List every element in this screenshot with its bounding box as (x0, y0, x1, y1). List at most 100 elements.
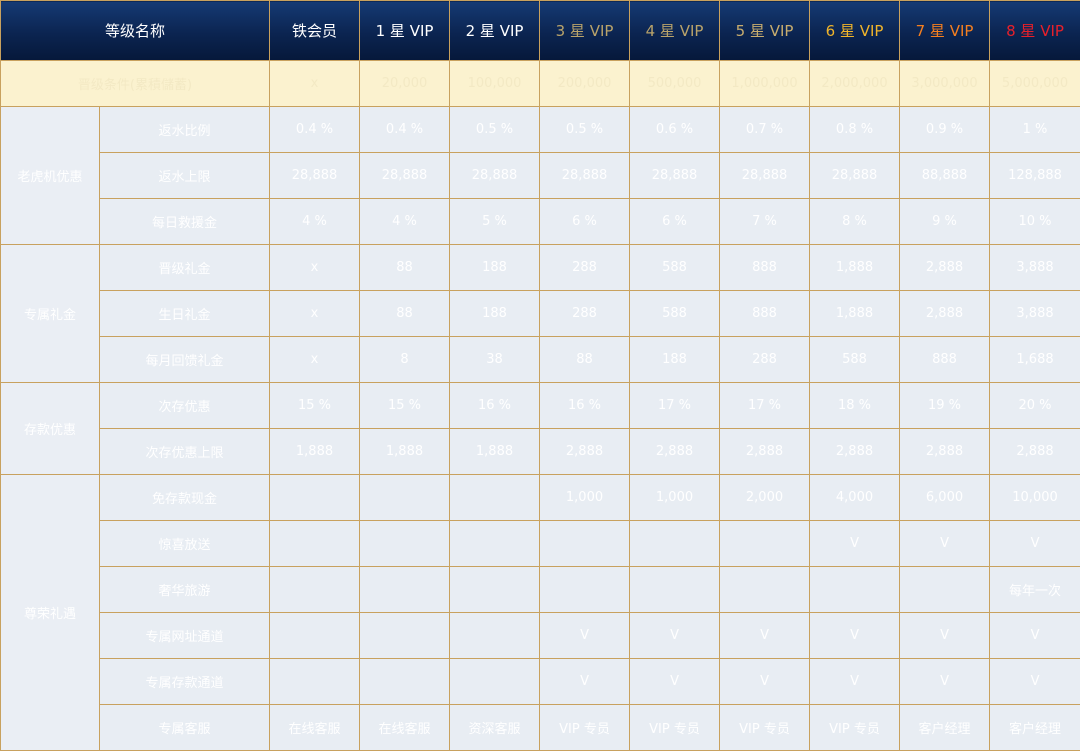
table-row: 尊荣礼遇免存款现金1,0001,0002,0004,0006,00010,000 (1, 475, 1080, 521)
table-cell: 10 % (990, 199, 1080, 245)
table-cell (450, 475, 540, 521)
table-cell: 28,888 (720, 153, 810, 199)
table-row: 专属礼金晋级礼金x881882885888881,8882,8883,888 (1, 245, 1080, 291)
level-header-4: 4 星 VIP (630, 1, 720, 61)
table-cell: 2,888 (990, 429, 1080, 475)
requirement-value: 100,000 (450, 61, 540, 107)
table-cell: V (630, 613, 720, 659)
table-cell: 1,000 (540, 475, 630, 521)
table-cell: 1,888 (360, 429, 450, 475)
table-cell: 9 % (900, 199, 990, 245)
table-cell: 10,000 (990, 475, 1080, 521)
table-cell: V (540, 659, 630, 705)
table-cell: 资深客服 (450, 705, 540, 751)
table-cell: 2,888 (720, 429, 810, 475)
row-label: 次存优惠上限 (100, 429, 270, 475)
table-cell: 2,888 (540, 429, 630, 475)
header-row: 等级名称 铁会员1 星 VIP2 星 VIP3 星 VIP4 星 VIP5 星 … (1, 1, 1080, 61)
table-cell (900, 567, 990, 613)
table-cell: 28,888 (810, 153, 900, 199)
table-cell (270, 613, 360, 659)
table-body: 晋级条件(累積儲蓄) x20,000100,000200,000500,0001… (1, 61, 1080, 751)
table-cell: V (990, 659, 1080, 705)
table-cell: 188 (450, 245, 540, 291)
table-cell: x (270, 245, 360, 291)
requirement-value: 500,000 (630, 61, 720, 107)
table-cell: 0.9 % (900, 107, 990, 153)
table-cell: 888 (900, 337, 990, 383)
table-cell: 8 % (810, 199, 900, 245)
table-cell: V (810, 659, 900, 705)
table-cell: 2,888 (900, 291, 990, 337)
table-cell: 28,888 (450, 153, 540, 199)
table-cell: 2,000 (720, 475, 810, 521)
section-label: 专属礼金 (1, 245, 100, 383)
table-cell: V (810, 521, 900, 567)
level-header-6: 6 星 VIP (810, 1, 900, 61)
table-cell: 20 % (990, 383, 1080, 429)
table-cell: 1,888 (270, 429, 360, 475)
row-label: 专属客服 (100, 705, 270, 751)
table-cell: VIP 专员 (540, 705, 630, 751)
requirement-value: 3,000,000 (900, 61, 990, 107)
row-label: 奢华旅游 (100, 567, 270, 613)
section-label: 尊荣礼遇 (1, 475, 100, 751)
table-cell: 28,888 (630, 153, 720, 199)
table-cell (810, 567, 900, 613)
requirement-value: 20,000 (360, 61, 450, 107)
table-cell: 在线客服 (360, 705, 450, 751)
table-row: 奢华旅游 每年一次 (1, 567, 1080, 613)
table-cell: 6 % (630, 199, 720, 245)
table-cell: 0.5 % (450, 107, 540, 153)
table-cell (630, 521, 720, 567)
table-cell (270, 659, 360, 705)
table-cell: 16 % (450, 383, 540, 429)
table-cell: 每年一次 (990, 567, 1080, 613)
table-cell (450, 613, 540, 659)
row-label: 返水比例 (100, 107, 270, 153)
table-cell: 4,000 (810, 475, 900, 521)
table-cell: 28,888 (360, 153, 450, 199)
table-cell: V (900, 613, 990, 659)
table-cell: 88 (360, 245, 450, 291)
table-cell: 2,888 (900, 429, 990, 475)
table-cell: 0.6 % (630, 107, 720, 153)
table-cell: 288 (540, 245, 630, 291)
table-cell: 0.4 % (270, 107, 360, 153)
table-cell (360, 613, 450, 659)
table-cell: 2,888 (900, 245, 990, 291)
requirement-value: 5,000,000 (990, 61, 1080, 107)
table-cell: VIP 专员 (630, 705, 720, 751)
vip-level-table: 等级名称 铁会员1 星 VIP2 星 VIP3 星 VIP4 星 VIP5 星 … (0, 0, 1080, 751)
level-header-3: 3 星 VIP (540, 1, 630, 61)
table-cell: 6,000 (900, 475, 990, 521)
requirement-value: 200,000 (540, 61, 630, 107)
table-cell: 客户经理 (990, 705, 1080, 751)
row-label: 每日救援金 (100, 199, 270, 245)
row-label: 返水上限 (100, 153, 270, 199)
table-cell: 588 (630, 291, 720, 337)
table-row: 每月回馈礼金x838881882885888881,688 (1, 337, 1080, 383)
table-cell (540, 567, 630, 613)
level-header-1: 1 星 VIP (360, 1, 450, 61)
table-cell: 16 % (540, 383, 630, 429)
table-cell: V (900, 521, 990, 567)
table-cell: V (810, 613, 900, 659)
table-cell: 5 % (450, 199, 540, 245)
table-cell (540, 521, 630, 567)
table-cell: V (990, 613, 1080, 659)
table-cell: 19 % (900, 383, 990, 429)
table-row: 专属网址通道VVVVVV (1, 613, 1080, 659)
table-cell: 15 % (360, 383, 450, 429)
section-label: 存款优惠 (1, 383, 100, 475)
row-label: 免存款现金 (100, 475, 270, 521)
table-cell: 1,688 (990, 337, 1080, 383)
table-row: 老虎机优惠返水比例0.4 %0.4 %0.5 %0.5 %0.6 %0.7 %0… (1, 107, 1080, 153)
table-cell: 0.7 % (720, 107, 810, 153)
row-label: 晋级礼金 (100, 245, 270, 291)
row-label: 专属网址通道 (100, 613, 270, 659)
section-label: 老虎机优惠 (1, 107, 100, 245)
table-cell: 188 (630, 337, 720, 383)
table-cell: V (540, 613, 630, 659)
table-row: 生日礼金x881882885888881,8882,8883,888 (1, 291, 1080, 337)
